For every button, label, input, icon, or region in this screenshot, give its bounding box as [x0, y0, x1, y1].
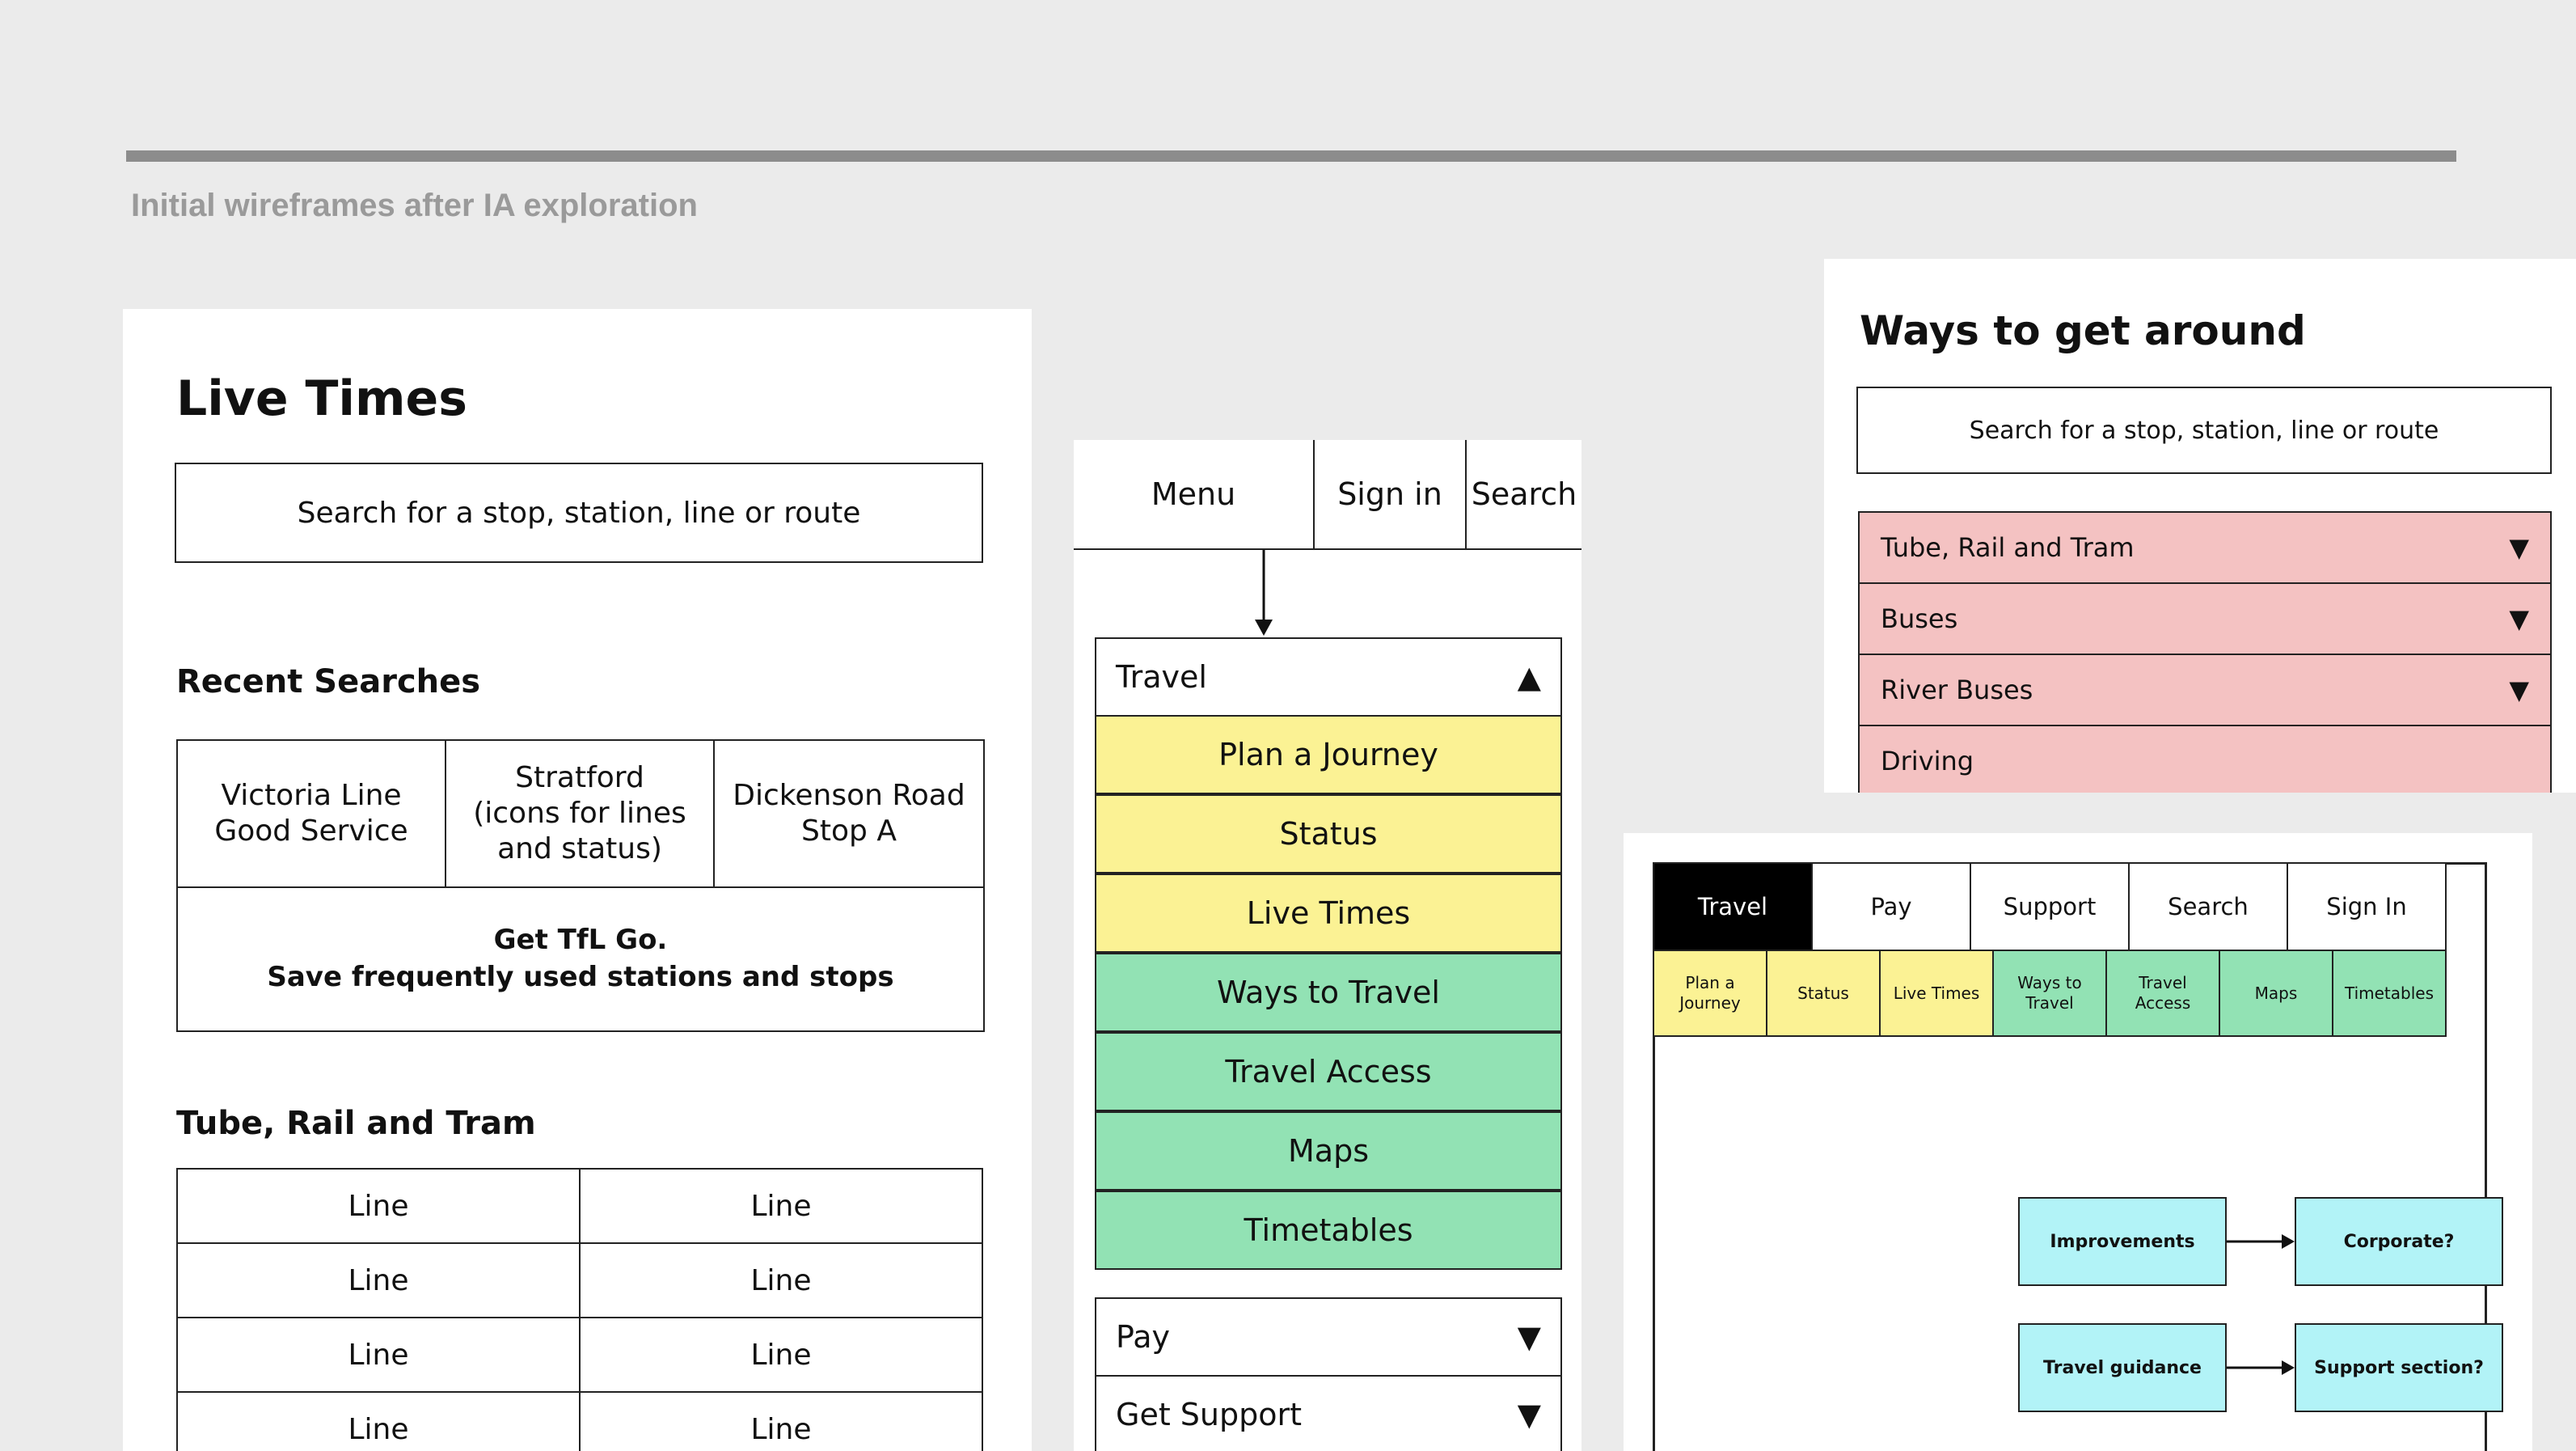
recent-search-line: Stop A	[801, 814, 897, 848]
line-cell[interactable]: Line	[579, 1242, 983, 1318]
travel-accordion[interactable]: Travel ▲	[1095, 637, 1562, 717]
mobile-menu-wireframe: Menu Sign in Search Travel ▲ Plan a Jour…	[1074, 440, 1581, 1451]
ways-item-label: River Buses	[1881, 675, 2033, 705]
menu-item-maps[interactable]: Maps	[1095, 1111, 1562, 1191]
recent-search-item[interactable]: Victoria Line Good Service	[176, 739, 446, 888]
line-cell[interactable]: Line	[176, 1391, 581, 1451]
tfl-go-promo[interactable]: Get TfL Go. Save frequently used stations…	[176, 886, 985, 1032]
tube-rail-tram-heading: Tube, Rail and Tram	[176, 1105, 536, 1142]
travel-label: Travel	[1116, 659, 1207, 695]
menu-item-plan-journey[interactable]: Plan a Journey	[1095, 715, 1562, 794]
line-cell[interactable]: Line	[579, 1168, 983, 1244]
ways-title: Ways to get around	[1860, 307, 2306, 354]
line-cell[interactable]: Line	[176, 1317, 581, 1393]
desktop-nav-wireframe: Travel Pay Support Search Sign In Plan a…	[1624, 833, 2532, 1451]
recent-search-item[interactable]: Dickenson Road Stop A	[713, 739, 985, 888]
recent-search-item[interactable]: Stratford (icons for lines and status)	[445, 739, 715, 888]
ways-item-label: Buses	[1881, 603, 1958, 634]
ways-item-buses[interactable]: Buses ▼	[1858, 582, 2552, 655]
recent-search-line: (icons for lines	[473, 797, 686, 831]
line-cell[interactable]: Line	[579, 1317, 983, 1393]
recent-search-line: Good Service	[214, 814, 408, 848]
expand-arrow-icon: ▼	[1517, 1397, 1541, 1432]
line-cell[interactable]: Line	[579, 1391, 983, 1451]
menu-item-travel-access[interactable]: Travel Access	[1095, 1032, 1562, 1111]
live-times-title: Live Times	[176, 370, 467, 427]
ways-item-driving[interactable]: Driving	[1858, 725, 2552, 793]
expand-arrow-icon: ▼	[2509, 675, 2529, 705]
promo-line: Save frequently used stations and stops	[267, 961, 894, 993]
ways-item-river-buses[interactable]: River Buses ▼	[1858, 654, 2552, 726]
line-cell[interactable]: Line	[176, 1242, 581, 1318]
pay-accordion[interactable]: Pay ▼	[1095, 1297, 1562, 1377]
pay-label: Pay	[1116, 1319, 1170, 1355]
flow-arrow	[1255, 550, 1273, 636]
node-connectors	[2227, 1234, 2295, 1375]
ways-item-label: Driving	[1881, 746, 1974, 776]
menu-item-timetables[interactable]: Timetables	[1095, 1191, 1562, 1270]
promo-line: Get TfL Go.	[493, 924, 668, 957]
menu-item-ways-to-travel[interactable]: Ways to Travel	[1095, 953, 1562, 1032]
collapse-arrow-icon: ▲	[1517, 659, 1541, 695]
get-support-label: Get Support	[1116, 1397, 1303, 1432]
ways-to-get-around-wireframe: Ways to get around Search for a stop, st…	[1824, 259, 2576, 793]
page-caption: Initial wireframes after IA exploration	[131, 188, 698, 223]
header-rule	[126, 150, 2456, 162]
ways-item-label: Tube, Rail and Tram	[1881, 532, 2135, 563]
live-times-wireframe: Live Times Search for a stop, station, l…	[123, 309, 1032, 1451]
recent-searches-heading: Recent Searches	[176, 663, 481, 700]
ways-item-tube-rail-tram[interactable]: Tube, Rail and Tram ▼	[1858, 511, 2552, 584]
search-input[interactable]: Search for a stop, station, line or rout…	[175, 463, 983, 563]
recent-search-line: Stratford	[515, 761, 644, 795]
ways-search-input[interactable]: Search for a stop, station, line or rout…	[1856, 387, 2552, 474]
recent-search-line: Dickenson Road	[733, 779, 965, 813]
recent-search-line: Victoria Line	[221, 779, 402, 813]
recent-search-line: and status)	[497, 831, 662, 865]
line-cell[interactable]: Line	[176, 1168, 581, 1244]
recent-searches-table: Victoria Line Good Service Stratford (icon…	[176, 739, 985, 1032]
menu-item-status[interactable]: Status	[1095, 794, 1562, 874]
lines-grid: Line Line Line Line Line Line Line Line	[176, 1168, 985, 1451]
expand-arrow-icon: ▼	[2509, 532, 2529, 563]
get-support-accordion[interactable]: Get Support ▼	[1095, 1375, 1562, 1451]
expand-arrow-icon: ▼	[1517, 1319, 1541, 1355]
expand-arrow-icon: ▼	[2509, 603, 2529, 634]
menu-item-live-times[interactable]: Live Times	[1095, 874, 1562, 953]
